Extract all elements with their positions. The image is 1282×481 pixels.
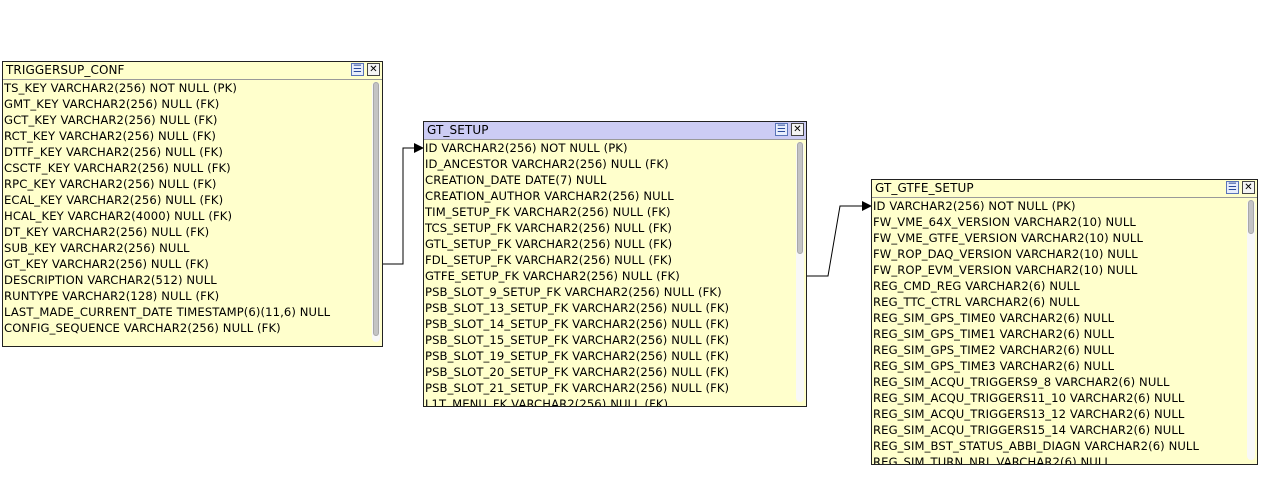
table-column-row[interactable]: RCT_KEY VARCHAR2(256) NULL (FK) [3, 128, 370, 144]
table-column-row[interactable]: REG_SIM_ACQU_TRIGGERS13_12 VARCHAR2(6) N… [872, 406, 1245, 422]
table-column-row[interactable]: REG_SIM_BST_STATUS_ABBI_DIAGN VARCHAR2(6… [872, 438, 1245, 454]
table-column-row[interactable]: L1T_MENU_FK VARCHAR2(256) NULL (FK) [424, 396, 794, 406]
table-column-row[interactable]: REG_SIM_ACQU_TRIGGERS11_10 VARCHAR2(6) N… [872, 390, 1245, 406]
table-column-row[interactable]: PSB_SLOT_14_SETUP_FK VARCHAR2(256) NULL … [424, 316, 794, 332]
table-column-row[interactable]: ECAL_KEY VARCHAR2(256) NULL (FK) [3, 192, 370, 208]
table-column-row[interactable]: CREATION_DATE DATE(7) NULL [424, 172, 794, 188]
table-title: GT_SETUP [427, 123, 489, 137]
table-column-row[interactable]: PSB_SLOT_19_SETUP_FK VARCHAR2(256) NULL … [424, 348, 794, 364]
table-column-row[interactable]: REG_SIM_TURN_NRL VARCHAR2(6) NULL [872, 454, 1245, 464]
table-column-row[interactable]: PSB_SLOT_15_SETUP_FK VARCHAR2(256) NULL … [424, 332, 794, 348]
table-column-row[interactable]: FDL_SETUP_FK VARCHAR2(256) NULL (FK) [424, 252, 794, 268]
scrollbar[interactable] [796, 142, 804, 402]
table-column-row[interactable]: DTTF_KEY VARCHAR2(256) NULL (FK) [3, 144, 370, 160]
table-header[interactable]: GT_GTFE_SETUP ☰ ✕ [872, 180, 1257, 198]
table-column-row[interactable]: TCS_SETUP_FK VARCHAR2(256) NULL (FK) [424, 220, 794, 236]
table-column-row[interactable]: TS_KEY VARCHAR2(256) NOT NULL (PK) [3, 80, 370, 96]
table-header[interactable]: GT_SETUP ☰ ✕ [424, 122, 806, 140]
table-column-row[interactable]: REG_CMD_REG VARCHAR2(6) NULL [872, 278, 1245, 294]
table-column-row[interactable]: PSB_SLOT_21_SETUP_FK VARCHAR2(256) NULL … [424, 380, 794, 396]
table-column-row[interactable]: RPC_KEY VARCHAR2(256) NULL (FK) [3, 176, 370, 192]
table-column-row[interactable]: GTL_SETUP_FK VARCHAR2(256) NULL (FK) [424, 236, 794, 252]
table-column-row[interactable]: SUB_KEY VARCHAR2(256) NULL [3, 240, 370, 256]
table-column-row[interactable]: PSB_SLOT_20_SETUP_FK VARCHAR2(256) NULL … [424, 364, 794, 380]
table-column-row[interactable]: FW_ROP_DAQ_VERSION VARCHAR2(10) NULL [872, 246, 1245, 262]
table-column-row[interactable]: REG_SIM_ACQU_TRIGGERS15_14 VARCHAR2(6) N… [872, 422, 1245, 438]
table-column-row[interactable]: ID VARCHAR2(256) NOT NULL (PK) [872, 198, 1245, 214]
table-column-row[interactable]: GMT_KEY VARCHAR2(256) NULL (FK) [3, 96, 370, 112]
table-column-row[interactable]: CREATION_AUTHOR VARCHAR2(256) NULL [424, 188, 794, 204]
fk-link-gt-setup-to-gtfe-setup [806, 205, 864, 277]
table-column-row[interactable]: REG_SIM_GPS_TIME2 VARCHAR2(6) NULL [872, 342, 1245, 358]
fk-link-triggersup-to-gt-setup [382, 147, 416, 265]
column-list: TS_KEY VARCHAR2(256) NOT NULL (PK) GMT_KE… [3, 80, 370, 346]
table-column-row[interactable]: REG_SIM_GPS_TIME0 VARCHAR2(6) NULL [872, 310, 1245, 326]
scrollbar-thumb[interactable] [1248, 200, 1254, 234]
table-column-row[interactable]: DT_KEY VARCHAR2(256) NULL (FK) [3, 224, 370, 240]
table-column-row[interactable]: GT_KEY VARCHAR2(256) NULL (FK) [3, 256, 370, 272]
table-column-row[interactable]: FW_ROP_EVM_VERSION VARCHAR2(10) NULL [872, 262, 1245, 278]
table-column-row[interactable]: PSB_SLOT_13_SETUP_FK VARCHAR2(256) NULL … [424, 300, 794, 316]
table-column-row[interactable]: REG_SIM_GPS_TIME3 VARCHAR2(6) NULL [872, 358, 1245, 374]
table-column-row[interactable]: ID_ANCESTOR VARCHAR2(256) NULL (FK) [424, 156, 794, 172]
table-column-row[interactable]: GCT_KEY VARCHAR2(256) NULL (FK) [3, 112, 370, 128]
column-list-icon[interactable]: ☰ [775, 123, 788, 136]
scrollbar[interactable] [1247, 200, 1255, 460]
close-icon[interactable]: ✕ [1242, 181, 1255, 194]
table-column-row[interactable]: FW_VME_64X_VERSION VARCHAR2(10) NULL [872, 214, 1245, 230]
table-triggersup-conf[interactable]: TRIGGERSUP_CONF ☰ ✕ TS_KEY VARCHAR2(256)… [2, 61, 383, 347]
table-gt-gtfe-setup[interactable]: GT_GTFE_SETUP ☰ ✕ ID VARCHAR2(256) NOT N… [871, 179, 1258, 465]
table-column-row[interactable]: DESCRIPTION VARCHAR2(512) NULL [3, 272, 370, 288]
table-column-row[interactable]: CONFIG_SEQUENCE VARCHAR2(256) NULL (FK) [3, 320, 370, 336]
table-column-row[interactable]: RUNTYPE VARCHAR2(128) NULL (FK) [3, 288, 370, 304]
close-icon[interactable]: ✕ [791, 123, 804, 136]
close-icon[interactable]: ✕ [367, 63, 380, 76]
scrollbar-thumb[interactable] [373, 82, 379, 336]
scrollbar[interactable] [372, 82, 380, 342]
table-title: TRIGGERSUP_CONF [6, 63, 125, 77]
table-column-row[interactable]: REG_SIM_GPS_TIME1 VARCHAR2(6) NULL [872, 326, 1245, 342]
table-header[interactable]: TRIGGERSUP_CONF ☰ ✕ [3, 62, 382, 80]
table-column-row[interactable]: TIM_SETUP_FK VARCHAR2(256) NULL (FK) [424, 204, 794, 220]
column-list-icon[interactable]: ☰ [351, 63, 364, 76]
column-list: ID VARCHAR2(256) NOT NULL (PK) ID_ANCESTO… [424, 140, 794, 406]
scrollbar-thumb[interactable] [797, 142, 803, 254]
table-column-row[interactable]: LAST_MADE_CURRENT_DATE TIMESTAMP(6)(11,6… [3, 304, 370, 320]
table-column-row[interactable]: PSB_SLOT_9_SETUP_FK VARCHAR2(256) NULL (… [424, 284, 794, 300]
table-column-row[interactable]: ID VARCHAR2(256) NOT NULL (PK) [424, 140, 794, 156]
table-gt-setup[interactable]: GT_SETUP ☰ ✕ ID VARCHAR2(256) NOT NULL (… [423, 121, 807, 407]
table-column-row[interactable]: FW_VME_GTFE_VERSION VARCHAR2(10) NULL [872, 230, 1245, 246]
table-column-row[interactable]: GTFE_SETUP_FK VARCHAR2(256) NULL (FK) [424, 268, 794, 284]
table-title: GT_GTFE_SETUP [875, 181, 974, 195]
column-list-icon[interactable]: ☰ [1226, 181, 1239, 194]
table-column-row[interactable]: REG_TTC_CTRL VARCHAR2(6) NULL [872, 294, 1245, 310]
table-column-row[interactable]: REG_SIM_ACQU_TRIGGERS9_8 VARCHAR2(6) NUL… [872, 374, 1245, 390]
table-column-row[interactable]: CSCTF_KEY VARCHAR2(256) NULL (FK) [3, 160, 370, 176]
column-list: ID VARCHAR2(256) NOT NULL (PK) FW_VME_64X… [872, 198, 1245, 464]
table-column-row[interactable]: HCAL_KEY VARCHAR2(4000) NULL (FK) [3, 208, 370, 224]
